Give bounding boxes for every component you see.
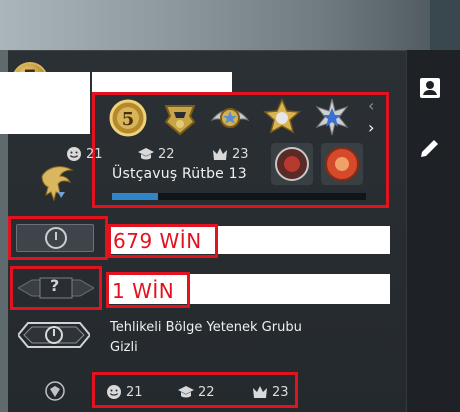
medals-prev-arrow[interactable]: ‹	[368, 98, 374, 114]
commend-leader: 23	[212, 146, 249, 162]
medal-coin-5[interactable]: 5	[108, 98, 148, 138]
footer-commend-friendly: 21	[106, 384, 143, 400]
commend-leader-count: 23	[232, 146, 249, 162]
xp-progress-bar	[112, 193, 366, 200]
medal-star-blue[interactable]	[312, 98, 352, 138]
footer-commend-teacher: 22	[178, 384, 215, 400]
crown-icon	[213, 148, 227, 160]
redacted-avatar	[0, 72, 90, 134]
commend-teacher-count: 22	[158, 146, 175, 162]
smiley-icon	[67, 147, 81, 161]
wingman-wins-text: 679 WİN	[113, 229, 202, 253]
prestige-icon	[45, 381, 65, 401]
commend-teacher: 22	[138, 146, 175, 162]
crown-icon	[253, 386, 267, 398]
smiley-icon	[107, 385, 121, 399]
danger-zone-wins-text: 1 WİN	[112, 279, 175, 303]
medal-star-gold[interactable]	[262, 98, 302, 138]
skill-group-label: Tehlikeli Bölge Yetenek Grubu	[110, 320, 302, 335]
commend-friendly-count: 21	[86, 146, 103, 162]
footer-commend-leader: 23	[252, 384, 289, 400]
rank-name: Üstçavuş Rütbe 13	[112, 166, 247, 182]
medal-wings[interactable]	[210, 98, 250, 138]
medals-next-arrow[interactable]: ›	[368, 120, 374, 136]
footer-commend-leader-count: 23	[272, 384, 289, 400]
operation-coin-2[interactable]	[320, 142, 364, 186]
question-mark-icon: ?	[50, 276, 60, 295]
skill-group-badge	[18, 322, 90, 348]
xp-progress-fill	[112, 193, 158, 200]
footer-commend-friendly-count: 21	[126, 384, 143, 400]
pencil-icon[interactable]	[418, 136, 442, 160]
wingman-rank-badge[interactable]	[16, 224, 94, 252]
medal-shield[interactable]	[160, 98, 200, 138]
background-strip	[0, 0, 460, 50]
redacted-name	[92, 72, 232, 94]
footer-commend-teacher-count: 22	[198, 384, 215, 400]
graduation-cap-icon	[138, 148, 154, 160]
operation-coin-1[interactable]	[270, 142, 314, 186]
commend-friendly: 21	[66, 146, 103, 162]
medal-coin-5-label: 5	[122, 109, 135, 130]
profile-card-icon[interactable]	[418, 76, 442, 100]
graduation-cap-icon	[178, 386, 194, 398]
skill-group-value: Gizli	[110, 340, 138, 355]
side-toolbar	[406, 50, 460, 412]
clock-icon	[45, 227, 67, 249]
eagle-rank-icon	[41, 166, 74, 202]
